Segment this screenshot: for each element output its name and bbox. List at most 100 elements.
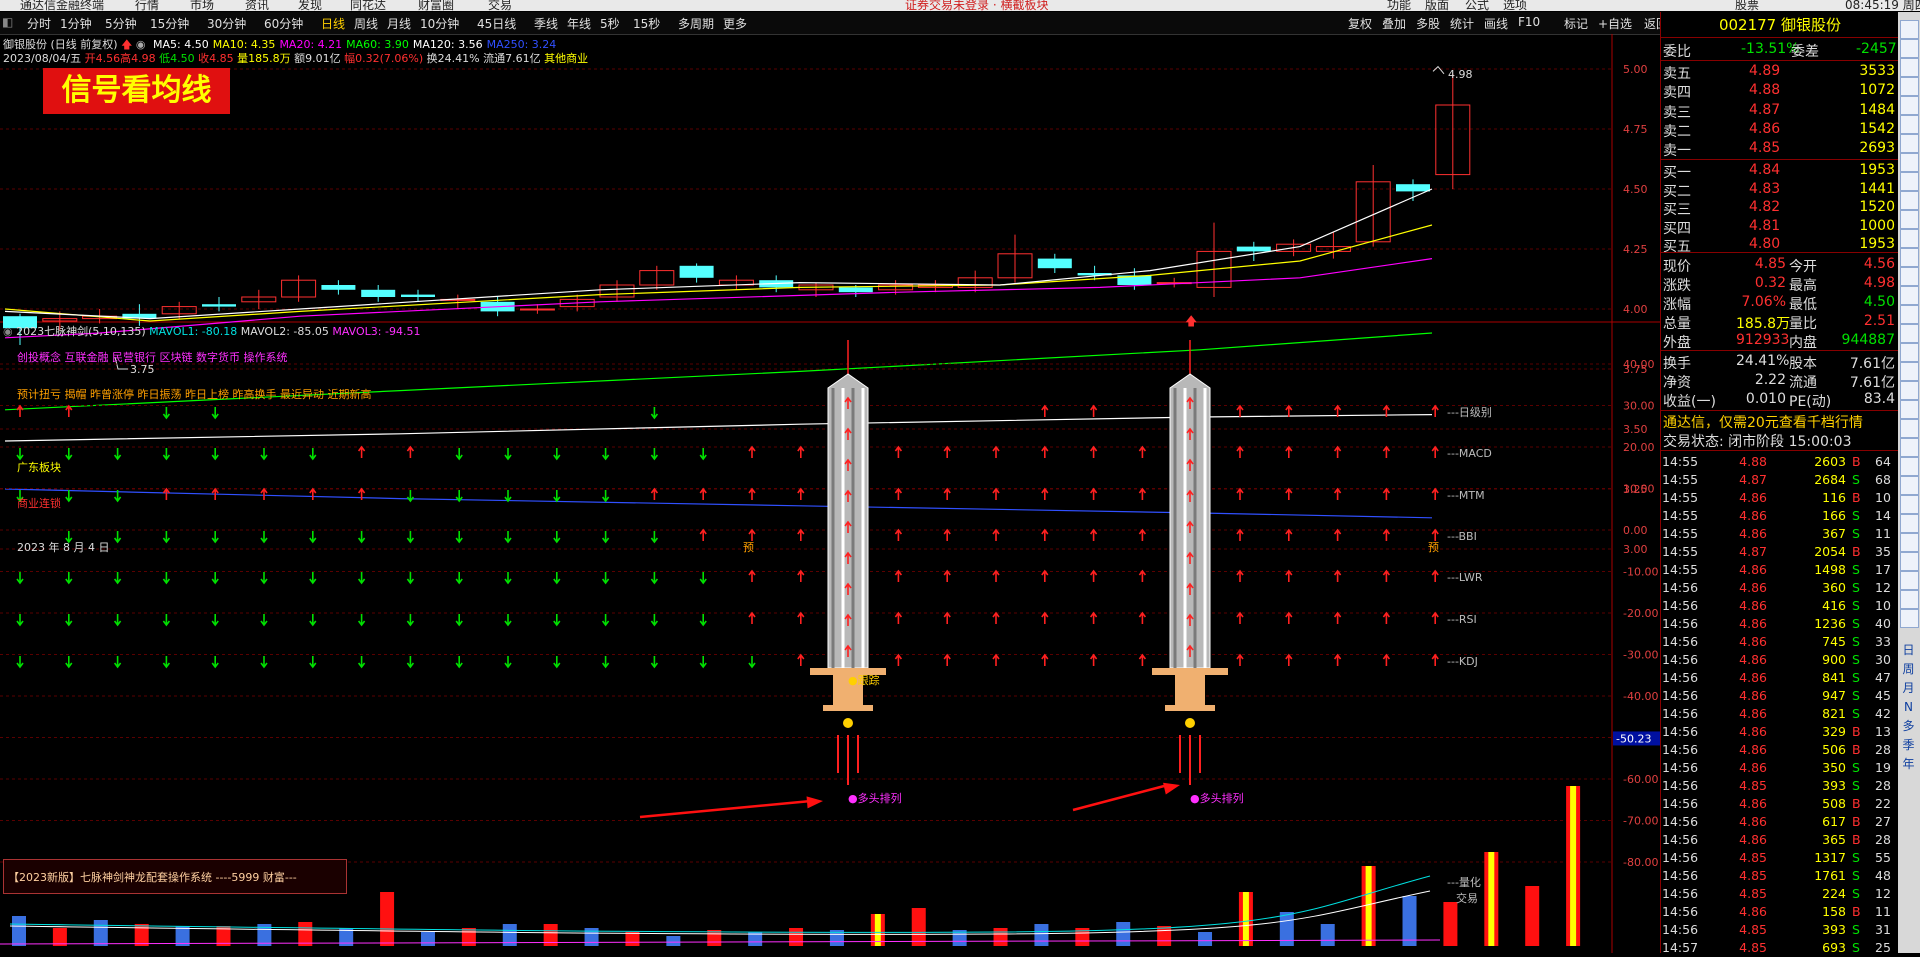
menu-item[interactable]: 发现: [298, 0, 322, 11]
period-tab[interactable]: 多周期: [678, 15, 714, 32]
tick-side: S: [1852, 922, 1860, 937]
period-tab[interactable]: 5分钟: [105, 15, 137, 32]
menu-item[interactable]: 交易: [488, 0, 512, 11]
tool-icon[interactable]: [1900, 20, 1919, 39]
tool-icon[interactable]: [1900, 362, 1919, 381]
tool-icon[interactable]: [1900, 248, 1919, 267]
period-tab[interactable]: 30分钟: [207, 15, 246, 32]
tool-icon[interactable]: [1900, 476, 1919, 495]
tool-icon[interactable]: [1900, 609, 1919, 628]
high-marker-line: [1432, 65, 1445, 75]
toolbar-button[interactable]: 统计: [1450, 15, 1474, 32]
toolbar-button[interactable]: F10: [1518, 15, 1540, 29]
tool-icon[interactable]: [1900, 590, 1919, 609]
tool-icon[interactable]: [1900, 191, 1919, 210]
toolbar-button[interactable]: 叠加: [1382, 15, 1406, 32]
menu-item[interactable]: 版面: [1425, 0, 1449, 11]
period-tab[interactable]: 季线: [534, 15, 558, 32]
menu-item[interactable]: 财富圈: [418, 0, 454, 11]
tool-icon[interactable]: [1900, 305, 1919, 324]
menu-item[interactable]: 资讯: [245, 0, 269, 11]
bid-row[interactable]: 买三 4.82 1520: [1661, 198, 1899, 218]
period-shortcut-icon[interactable]: 多: [1900, 718, 1917, 735]
tick-count: 14: [1875, 508, 1891, 523]
tool-icon[interactable]: [1900, 134, 1919, 153]
ask-row[interactable]: 卖四 4.88 1072: [1661, 81, 1899, 101]
bid-row[interactable]: 买二 4.83 1441: [1661, 180, 1899, 200]
tool-icon[interactable]: [1900, 419, 1919, 438]
toolbar-button[interactable]: 复权: [1348, 15, 1372, 32]
period-tab[interactable]: 10分钟: [420, 15, 459, 32]
period-tab[interactable]: 年线: [567, 15, 591, 32]
tool-icon[interactable]: [1900, 210, 1919, 229]
menu-item[interactable]: 股票: [1735, 0, 1759, 11]
toolbar-button[interactable]: 画线: [1484, 15, 1508, 32]
menu-item[interactable]: 同花达: [350, 0, 386, 11]
period-shortcut-icon[interactable]: 日: [1900, 642, 1917, 659]
menu-item[interactable]: 公式: [1465, 0, 1489, 11]
tick-row: 14:55 4.88 2603 B 64: [1661, 453, 1899, 471]
ask-row[interactable]: 卖二 4.86 1542: [1661, 120, 1899, 140]
promo-link[interactable]: 通达信，仅需20元查看千档行情: [1663, 412, 1863, 432]
period-tab[interactable]: 日线: [321, 15, 345, 32]
period-shortcut-icon[interactable]: 年: [1900, 756, 1917, 773]
ask-row[interactable]: 卖一 4.85 2693: [1661, 139, 1899, 159]
panel-toggle-icon[interactable]: ◧: [2, 15, 13, 29]
menu-item[interactable]: 行情: [135, 0, 159, 11]
period-tab[interactable]: 周线: [354, 15, 378, 32]
period-shortcut-icon[interactable]: 月: [1900, 680, 1917, 697]
main-chart-svg[interactable]: 5.004.754.504.254.003.753.503.253.004.98…: [0, 34, 1660, 953]
period-tab[interactable]: 15分钟: [150, 15, 189, 32]
period-tab[interactable]: 更多: [723, 15, 747, 32]
tool-icon[interactable]: [1900, 438, 1919, 457]
period-shortcut-icon[interactable]: N: [1900, 699, 1917, 716]
menu-item[interactable]: 通达信金融终端: [20, 0, 104, 11]
tool-icon[interactable]: [1900, 172, 1919, 191]
period-tab[interactable]: 15秒: [633, 15, 660, 32]
ask-row[interactable]: 卖三 4.87 1484: [1661, 101, 1899, 121]
tool-icon[interactable]: [1900, 153, 1919, 172]
toolbar-button[interactable]: 标记: [1564, 15, 1588, 32]
ask-row[interactable]: 卖五 4.89 3533: [1661, 62, 1899, 82]
menu-item[interactable]: 选项: [1503, 0, 1527, 11]
menu-item[interactable]: 08:45:19 周四: [1845, 0, 1920, 11]
toolbar-button[interactable]: +自选: [1598, 15, 1632, 32]
tick-count: 55: [1875, 850, 1891, 865]
bid-row[interactable]: 买四 4.81 1000: [1661, 217, 1899, 237]
tool-icon[interactable]: [1900, 286, 1919, 305]
tool-icon[interactable]: [1900, 77, 1919, 96]
indicator-toggle-icon[interactable]: ◉: [3, 325, 13, 338]
period-tab[interactable]: 分时: [27, 15, 51, 32]
tool-icon[interactable]: [1900, 571, 1919, 590]
tool-icon[interactable]: [1900, 381, 1919, 400]
tool-icon[interactable]: [1900, 457, 1919, 476]
toolbar-button[interactable]: 多股: [1416, 15, 1440, 32]
period-tab[interactable]: 1分钟: [60, 15, 92, 32]
tool-icon[interactable]: [1900, 343, 1919, 362]
info-high: 高4.98: [120, 52, 156, 65]
down-arrow-icon: [504, 448, 512, 461]
tool-icon[interactable]: [1900, 267, 1919, 286]
tool-icon[interactable]: [1900, 514, 1919, 533]
tool-icon[interactable]: [1900, 552, 1919, 571]
tool-icon[interactable]: [1900, 58, 1919, 77]
period-tab[interactable]: 月线: [387, 15, 411, 32]
tool-icon[interactable]: [1900, 229, 1919, 248]
menu-item[interactable]: 功能: [1387, 0, 1411, 11]
tool-icon[interactable]: [1900, 115, 1919, 134]
tool-icon[interactable]: [1900, 533, 1919, 552]
menu-item[interactable]: 证券交易未登录 · 横截板块: [905, 0, 1048, 11]
tool-icon[interactable]: [1900, 400, 1919, 419]
tool-icon[interactable]: [1900, 96, 1919, 115]
chart-area[interactable]: 5.00 4.75 4.50 4.25 4.00 3.75 3.50 3.25 3.00 4.98…: [0, 34, 1660, 953]
period-tab[interactable]: 60分钟: [264, 15, 303, 32]
period-shortcut-icon[interactable]: 季: [1900, 737, 1917, 754]
period-tab[interactable]: 45日线: [477, 15, 516, 32]
tool-icon[interactable]: [1900, 39, 1919, 58]
period-tab[interactable]: 5秒: [600, 15, 620, 32]
period-shortcut-icon[interactable]: 周: [1900, 661, 1917, 678]
tool-icon[interactable]: [1900, 324, 1919, 343]
tool-icon[interactable]: [1900, 495, 1919, 514]
bid-row[interactable]: 买一 4.84 1953: [1661, 161, 1899, 181]
menu-item[interactable]: 市场: [190, 0, 214, 11]
